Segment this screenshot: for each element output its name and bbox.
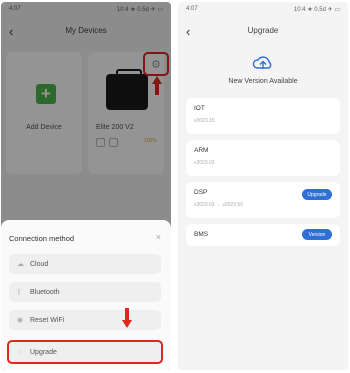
my-devices-screen: 4:07 10:4 ★ 0.5d ✈ ▭ ‹ My Devices + Add … [1,2,171,370]
firmware-name: IOT [194,105,205,112]
upgrade-screen: 4:07 10:4 ★ 0.5d ✈ ▭ ‹ Upgrade New Versi… [178,2,348,370]
option-upgrade[interactable]: ◌ Upgrade [7,340,163,364]
status-indicators: 10:4 ★ 0.5d ✈ ▭ [293,7,340,13]
option-reset-wifi[interactable]: ◉ Reset WiFi [9,310,161,330]
arrow-down-stem [125,308,129,320]
firmware-version: v2023.03 → v2023.50 [194,202,243,208]
cloud-icon: ☁ [17,261,24,268]
upgrade-button[interactable]: Upgrade [302,189,332,200]
page-title: Upgrade [247,26,279,35]
firmware-row-iot: IOT v2023.15 [186,98,340,134]
close-icon[interactable]: × [156,232,161,242]
bluetooth-icon: ᛒ [17,288,22,296]
version-button[interactable]: Version [302,229,332,240]
sheet-title: Connection method [9,234,75,243]
cloud-upload-icon [252,56,272,69]
firmware-row-arm: ARM v2023.03 [186,140,340,176]
firmware-row-dsp: DSP v2023.03 → v2023.50 Upgrade [186,182,340,218]
option-cloud[interactable]: ☁ Cloud [9,254,161,274]
firmware-version: v2023.03 [194,160,215,166]
option-bluetooth[interactable]: ᛒ Bluetooth [9,282,161,302]
arrow-down-icon [122,320,132,328]
new-version-text: New Version Available [228,78,298,85]
option-label: Cloud [30,260,49,268]
connection-method-sheet: Connection method × ☁ Cloud ᛒ Bluetooth … [1,220,171,370]
firmware-version: v2023.15 [194,118,215,124]
status-time: 4:07 [186,6,198,12]
option-label: Upgrade [30,348,57,356]
upgrade-icon: ◌ [17,348,22,356]
firmware-name: BMS [194,231,209,238]
status-bar: 4:07 10:4 ★ 0.5d ✈ ▭ [186,6,340,16]
nav-bar: ‹ Upgrade [178,24,348,40]
firmware-name: ARM [194,147,209,154]
firmware-name: DSP [194,189,208,196]
wifi-icon: ◉ [17,317,24,324]
option-label: Bluetooth [30,288,60,296]
firmware-row-bms: BMS Version [186,224,340,246]
option-label: Reset WiFi [30,316,65,324]
